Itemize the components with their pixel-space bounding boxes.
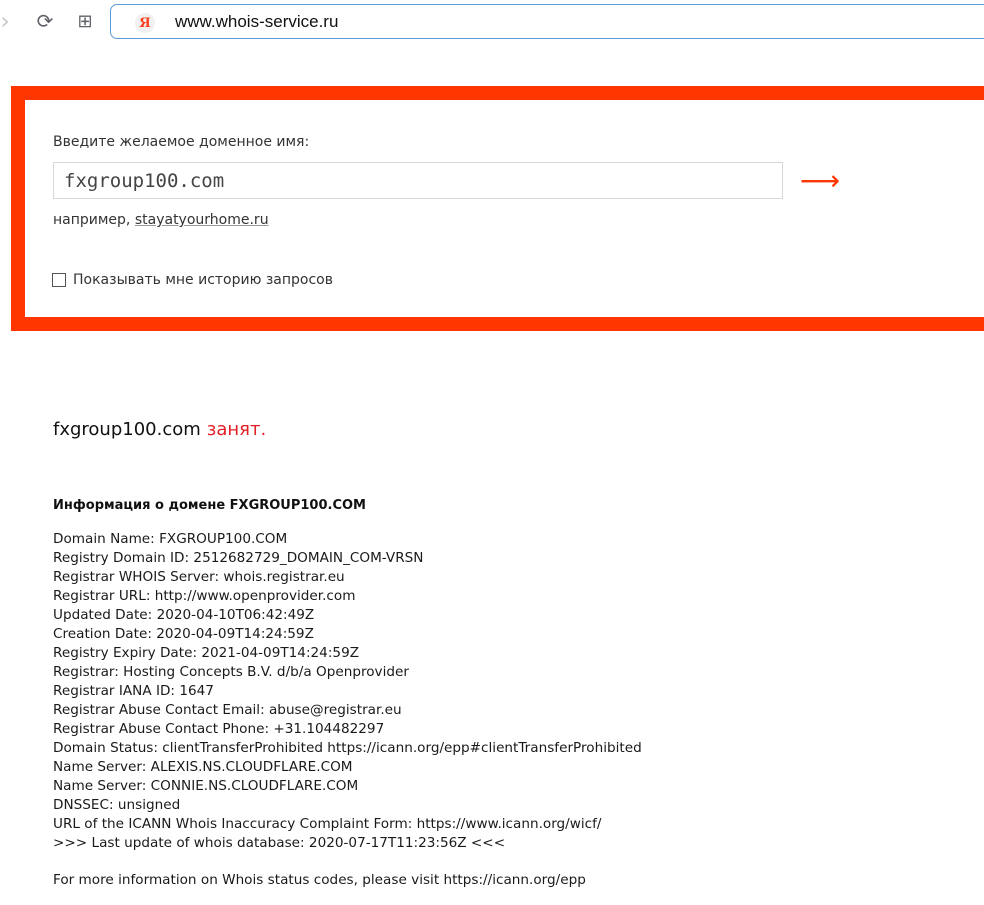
history-label[interactable]: Показывать мне историю запросов (73, 272, 333, 288)
whois-line: Updated Date: 2020-04-10T06:42:49Z (53, 607, 315, 623)
whois-line: >>> Last update of whois database: 2020-… (53, 835, 506, 851)
whois-line: URL of the ICANN Whois Inaccuracy Compla… (53, 816, 602, 832)
yandex-logo-icon: Я (135, 13, 155, 33)
domain-search-panel: Введите желаемое доменное имя: ⟶ наприме… (11, 86, 984, 331)
tabs-grid-icon[interactable]: ⊞ (74, 10, 96, 32)
result-domain: fxgroup100.com (53, 419, 201, 440)
result-status: занят. (206, 419, 267, 440)
history-checkbox[interactable] (52, 273, 66, 287)
whois-line: DNSSEC: unsigned (53, 797, 181, 813)
whois-line: Registrar URL: http://www.openprovider.c… (53, 588, 356, 604)
whois-line: Registrar Abuse Contact Phone: +31.10448… (53, 721, 385, 737)
example-domain-link[interactable]: stayatyourhome.ru (135, 212, 269, 228)
reload-icon[interactable]: ⟳ (34, 9, 56, 33)
whois-line: Registry Domain ID: 2512682729_DOMAIN_CO… (53, 550, 424, 566)
domain-info-heading: Информация о домене FXGROUP100.COM (53, 498, 366, 513)
whois-line: Registrar IANA ID: 1647 (53, 683, 214, 699)
whois-line: Creation Date: 2020-04-09T14:24:59Z (53, 626, 314, 642)
whois-line: Registrar Abuse Contact Email: abuse@reg… (53, 702, 402, 718)
browser-toolbar: › ⟳ ⊞ Я www.whois-service.ru (0, 0, 984, 46)
whois-line: Domain Status: clientTransferProhibited … (53, 740, 642, 756)
whois-line: Registrar: Hosting Concepts B.V. d/b/a O… (53, 664, 409, 680)
url-text[interactable]: www.whois-service.ru (175, 12, 338, 32)
example-hint: например, stayatyourhome.ru (53, 212, 269, 228)
whois-line: Name Server: ALEXIS.NS.CLOUDFLARE.COM (53, 759, 353, 775)
whois-line: Name Server: CONNIE.NS.CLOUDFLARE.COM (53, 778, 359, 794)
back-chevron-icon[interactable]: › (0, 7, 16, 35)
history-option[interactable]: Показывать мне историю запросов (52, 272, 333, 288)
search-label: Введите желаемое доменное имя: (53, 134, 310, 150)
whois-line: Registry Expiry Date: 2021-04-09T14:24:5… (53, 645, 360, 661)
address-bar[interactable]: Я www.whois-service.ru (110, 4, 984, 39)
whois-line: Registrar WHOIS Server: whois.registrar.… (53, 569, 345, 585)
result-title: fxgroup100.com занят. (53, 419, 266, 440)
example-prefix: например, (53, 212, 135, 228)
whois-record: Domain Name: FXGROUP100.COM Registry Doma… (53, 530, 642, 853)
domain-input[interactable] (53, 162, 783, 199)
whois-line: Domain Name: FXGROUP100.COM (53, 531, 288, 547)
submit-arrow-button[interactable]: ⟶ (800, 162, 840, 199)
footer-note: For more information on Whois status cod… (53, 872, 586, 888)
